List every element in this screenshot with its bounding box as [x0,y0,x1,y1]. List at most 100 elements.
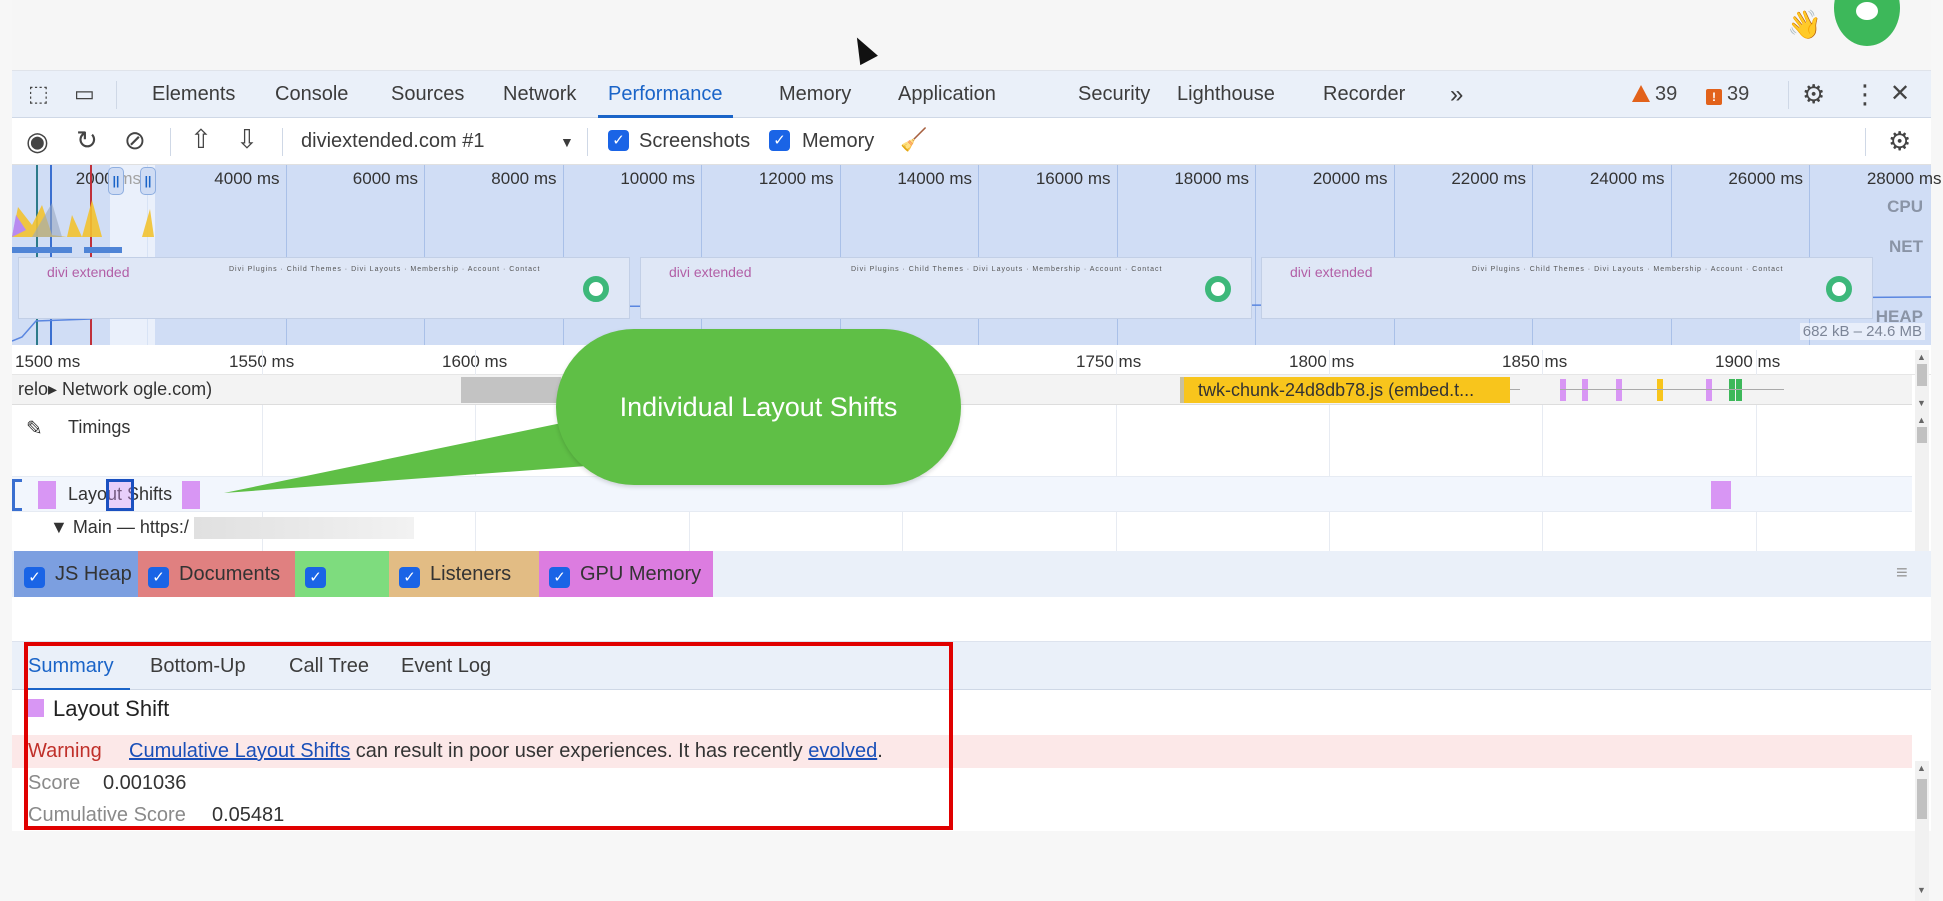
layout-shift-marker[interactable] [182,481,200,509]
tab-sources[interactable]: Sources [391,71,464,118]
warning-message: Cumulative Layout Shifts can result in p… [129,735,883,768]
tab-memory[interactable]: Memory [779,71,851,118]
screenshot-thumbnail[interactable]: divi extended Divi Plugins · Child Themes… [1261,257,1873,319]
details-time-ruler: 1500 ms 1550 ms 1600 ms 1750 ms 1800 ms 1850 … [12,350,1931,375]
scrollbar-thumb[interactable] [1917,364,1927,386]
timings-track[interactable]: ✎ Timings [12,409,1912,447]
record-icon[interactable]: ◉ [26,128,49,154]
tab-console[interactable]: Console [275,71,348,118]
screenshots-checkbox[interactable]: ✓ [608,130,629,151]
issue-icon: ! [1706,89,1722,105]
evolved-link[interactable]: evolved [808,740,877,762]
thumbnail-chat-icon [1826,276,1852,302]
callout-annotation: Individual Layout Shifts [556,329,961,485]
device-toolbar-icon[interactable]: ▭ [74,83,95,105]
main-thread-track[interactable]: ▼ Main — https:/ [12,513,1912,543]
counter-toggle-gpu-memory[interactable]: ✓ GPU Memory [539,551,713,597]
tab-recorder[interactable]: Recorder [1323,71,1405,118]
main-thread-label[interactable]: ▼ Main — https:/ [50,517,189,538]
counter-toggle-listeners[interactable]: ✓ Listeners [389,551,539,597]
timings-track-label[interactable]: Timings [68,417,130,438]
counter-toggle-nodes[interactable]: ✓Nodes [295,551,389,631]
tab-call-tree[interactable]: Call Tree [289,642,369,690]
selected-layout-shift-marker[interactable] [106,479,134,511]
edit-pencil-icon[interactable]: ✎ [26,416,43,441]
details-scrollbar-top[interactable]: ▲ ▼ [1915,350,1929,413]
counters-menu-icon[interactable]: ≡ [1896,563,1908,583]
scrollbar-thumb[interactable] [1917,779,1927,819]
memory-checkbox[interactable]: ✓ [769,130,790,151]
details-tick-label: 1850 ms [1502,352,1568,371]
divider [116,81,117,109]
counter-toggle-documents[interactable]: ✓ Documents [138,551,295,597]
tab-summary[interactable]: Summary [28,642,130,690]
tab-performance[interactable]: Performance [598,71,733,118]
network-track[interactable]: relo▸ Network ogle.com) twk-chunk-24d8db… [12,375,1912,405]
timeline-overview[interactable]: 2000 ms4000 ms6000 ms8000 ms10000 ms1200… [12,165,1942,345]
thumbnail-logo: divi extended [669,264,752,280]
warnings-badge[interactable]: 39 [1632,83,1677,106]
cls-link[interactable]: Cumulative Layout Shifts [129,740,350,762]
save-profile-icon[interactable]: ⇩ [236,126,258,152]
close-devtools-icon[interactable]: ✕ [1890,82,1910,106]
counter-checkbox[interactable]: ✓ [24,567,45,588]
summary-scrollbar[interactable]: ▲ ▼ [1915,761,1929,901]
chat-widget-icon[interactable] [1834,0,1900,46]
screenshot-thumbnail[interactable]: divi extended Divi Plugins · Child Themes… [18,257,630,319]
inspect-element-icon[interactable]: ⬚ [28,83,49,105]
more-options-icon[interactable]: ⋮ [1852,81,1878,107]
wave-emoji-icon: 👋 [1787,9,1822,40]
load-profile-icon[interactable]: ⇧ [190,126,212,152]
scroll-down-icon: ▼ [1917,885,1926,895]
network-request-bar[interactable] [1657,379,1663,401]
network-request-bar[interactable] [1560,379,1566,401]
counter-checkbox[interactable]: ✓ [399,567,420,588]
tab-event-log[interactable]: Event Log [401,642,491,690]
clear-icon[interactable]: ⊘ [124,127,146,153]
tab-lighthouse[interactable]: Lighthouse [1177,71,1275,118]
layout-shifts-track[interactable]: Layout Shifts [12,476,1912,512]
scrollbar-thumb[interactable] [1917,427,1927,443]
more-tabs-button[interactable]: » [1450,71,1463,118]
network-request-bar-twk-chunk[interactable]: twk-chunk-24d8db78.js (embed.t... [1184,377,1510,403]
network-request-bar[interactable] [1729,379,1735,401]
summary-panel: Layout Shift Warning Cumulative Layout S… [12,690,1912,831]
layout-shift-marker[interactable] [1711,481,1731,509]
network-request-bar[interactable] [1706,379,1712,401]
counter-toggle-js-heap[interactable]: ✓ JS Heap [14,551,138,597]
scroll-up-icon: ▲ [1917,415,1926,425]
tab-security[interactable]: Security [1078,71,1150,118]
reload-record-icon[interactable]: ↻ [76,127,98,153]
network-request-bar[interactable] [461,377,561,403]
track-selection-bracket [12,479,22,511]
tab-network[interactable]: Network [503,71,576,118]
recording-select-caret-icon[interactable]: ▼ [560,134,574,150]
details-tick-label: 1750 ms [1076,352,1142,371]
details-tick-label: 1500 ms [15,352,81,371]
tab-elements[interactable]: Elements [152,71,235,118]
details-tick-label: 1900 ms [1715,352,1781,371]
score-label: Score [28,772,81,794]
screenshot-thumbnail[interactable]: divi extended Divi Plugins · Child Themes… [640,257,1252,319]
screenshots-label: Screenshots [639,130,751,152]
errors-badge[interactable]: ! 39 [1706,83,1749,106]
tab-bottom-up[interactable]: Bottom-Up [150,642,246,690]
network-request-bar[interactable] [1616,379,1622,401]
network-request-bar[interactable] [1582,379,1588,401]
tab-application[interactable]: Application [898,71,996,118]
recording-select[interactable]: diviextended.com #1 [301,130,484,153]
net-lane-label: NET [1889,237,1923,256]
network-track-label[interactable]: relo▸ Network ogle.com) [18,379,212,400]
counter-checkbox[interactable]: ✓ [549,567,570,588]
counter-checkbox[interactable]: ✓ [148,567,169,588]
collect-garbage-icon[interactable]: 🧹 [900,129,927,151]
thumbnail-chat-icon [1205,276,1231,302]
capture-settings-gear-icon[interactable]: ⚙ [1888,128,1911,154]
layout-shift-marker[interactable] [38,481,56,509]
settings-gear-icon[interactable]: ⚙ [1802,81,1825,107]
details-tick-label: 1800 ms [1289,352,1355,371]
warning-text: can result in poor user experiences. It … [350,740,809,762]
network-request-bar[interactable] [1736,379,1742,401]
counter-checkbox[interactable]: ✓ [305,567,326,588]
whisker [1560,389,1784,390]
